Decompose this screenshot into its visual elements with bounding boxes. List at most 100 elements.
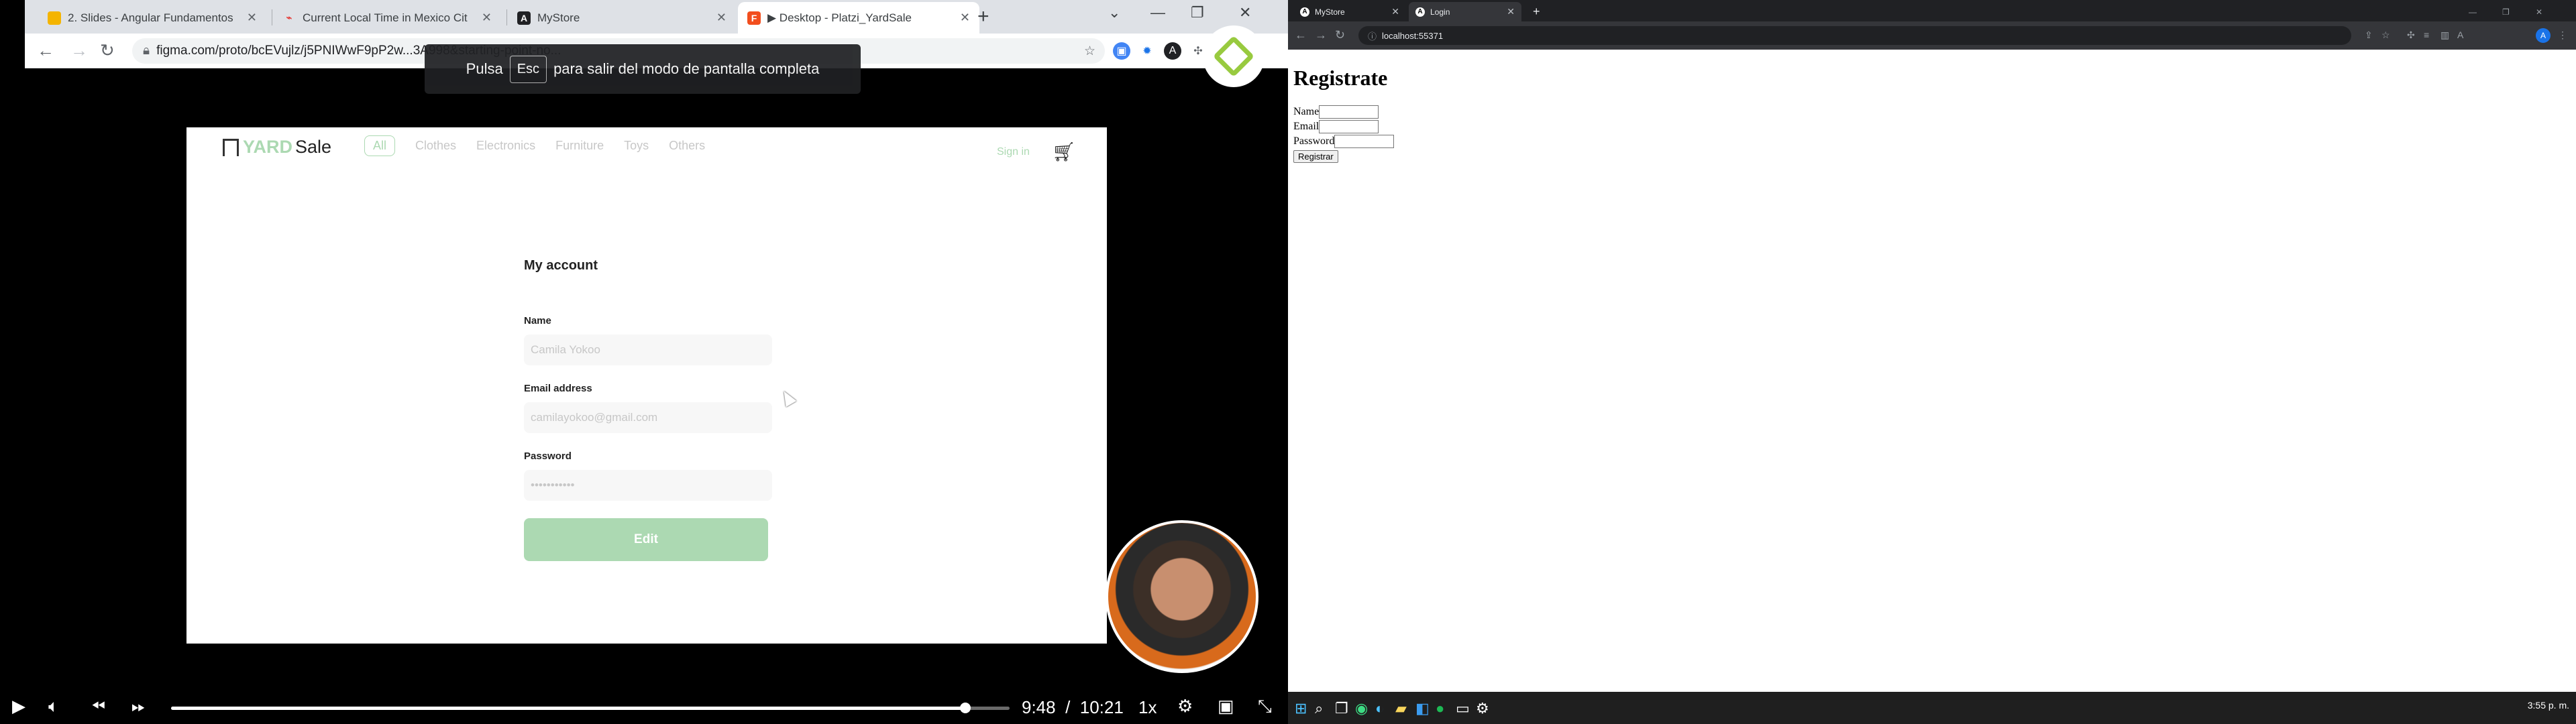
email-row: Email <box>1293 119 1394 134</box>
tab-search-icon[interactable]: ⌄ <box>1108 4 1120 21</box>
edge-icon[interactable]: ◐ <box>1375 700 1384 717</box>
forward-icon[interactable]: → <box>70 40 88 61</box>
fast-forward-icon[interactable]: ⏩︎ <box>131 696 146 717</box>
fullscreen-notice: Pulsa Esc para salir del modo de pantall… <box>425 44 861 94</box>
register-button[interactable]: Registrar <box>1293 150 1338 163</box>
new-tab-icon[interactable]: + <box>977 5 989 28</box>
new-tab-icon[interactable]: + <box>1526 2 1547 21</box>
minimize-icon[interactable]: — <box>2462 2 2483 21</box>
nav-all[interactable]: All <box>364 135 396 156</box>
angular-devtools-icon[interactable]: A <box>2457 29 2463 40</box>
zoom-extension-icon[interactable]: ▣ <box>1113 42 1130 60</box>
email-value: camilayokoo@gmail.com <box>524 402 772 433</box>
angular-devtools-icon[interactable]: A <box>1164 42 1181 60</box>
gear-extension-icon[interactable]: ✹ <box>1138 42 1156 60</box>
yardsale-prototype: YARD Sale All Clothes Electronics Furnit… <box>186 127 1107 644</box>
windows-start-icon[interactable]: ⊞ <box>1295 700 1307 717</box>
dev-browser-toolbar: ← → ↻ ⓘ localhost:55371 ⇪ ☆ ✣ ≡ ▥ A A ⋮ <box>1288 21 2576 50</box>
nav-furniture[interactable]: Furniture <box>555 139 604 153</box>
chrome-icon[interactable]: ◉ <box>1355 700 1368 717</box>
edit-button[interactable]: Edit <box>524 518 768 561</box>
task-view-icon[interactable]: ❐ <box>1335 700 1348 717</box>
password-label: Password <box>524 450 572 462</box>
folder-icon[interactable]: ▰ <box>1395 700 1407 717</box>
tab-mystore[interactable]: A MyStore ✕ <box>1293 2 1406 21</box>
name-value: Camila Yokoo <box>524 335 772 365</box>
playback-rate[interactable]: 1x <box>1138 697 1157 718</box>
windows-taskbar: ⊞ ⌕ ❐ ◉ ◐ ▰ ◧ ● ▭ ⚙︎ 3:55 p. m. <box>1288 692 2576 724</box>
clock: 3:55 p. m. <box>2527 700 2569 711</box>
tab-login-active[interactable]: A Login ✕ <box>1409 2 1521 21</box>
my-account-form: My account Name Camila Yokoo Email addre… <box>524 258 772 561</box>
tab-slides[interactable]: 2. Slides - Angular Fundamentos ✕ <box>38 2 266 34</box>
rewind-icon[interactable]: ⏪︎ <box>91 696 105 717</box>
extensions-puzzle-icon[interactable]: ✣ <box>2407 29 2415 41</box>
side-panel-icon[interactable]: ▥ <box>2440 29 2449 41</box>
close-icon[interactable]: ✕ <box>1391 6 1399 17</box>
share-icon[interactable]: ⇪ <box>2365 29 2373 41</box>
settings-gear-icon[interactable]: ⚙︎ <box>1177 696 1193 717</box>
back-icon[interactable]: ← <box>37 40 54 61</box>
password-input[interactable] <box>1334 135 1395 148</box>
clock-favicon-icon: ⌁ <box>286 12 292 23</box>
close-window-icon[interactable]: ✕ <box>1239 4 1251 21</box>
volume-icon[interactable]: 🔈︎ <box>48 696 59 717</box>
yardsale-logo[interactable]: YARD Sale <box>223 137 331 158</box>
notice-suffix: para salir del modo de pantalla completa <box>553 60 820 77</box>
url-text: localhost:55371 <box>1382 30 1444 41</box>
platzi-diamond-icon <box>1212 35 1255 78</box>
seek-bar[interactable] <box>171 703 1010 713</box>
reload-icon[interactable]: ↻ <box>100 40 115 61</box>
esc-key-label: Esc <box>509 55 547 83</box>
current-time: 9:48 <box>1022 697 1056 717</box>
page-title: Registrate <box>1293 66 1388 90</box>
signin-link[interactable]: Sign in <box>997 146 1030 158</box>
store-icon <box>223 138 239 156</box>
nav-clothes[interactable]: Clothes <box>415 139 456 153</box>
exit-fullscreen-icon[interactable]: ⤡ <box>1258 696 1272 717</box>
tab-mystore[interactable]: A MyStore ✕ <box>508 2 736 34</box>
name-input[interactable] <box>1319 105 1379 119</box>
angular-icon: A <box>517 11 531 25</box>
play-icon[interactable]: ▶ <box>12 696 25 717</box>
vscode-icon[interactable]: ◧ <box>1415 700 1430 717</box>
lock-icon: 🔒︎ <box>143 44 150 58</box>
spotify-icon[interactable]: ● <box>1436 700 1444 717</box>
cart-icon[interactable]: 🛒︎ <box>1052 141 1076 163</box>
nav-electronics[interactable]: Electronics <box>476 139 535 153</box>
settings-gear-icon[interactable]: ⚙︎ <box>1476 700 1489 717</box>
back-icon[interactable]: ← <box>1295 28 1307 42</box>
tab-divider <box>506 9 507 25</box>
bookmark-star-icon[interactable]: ☆ <box>2381 29 2390 41</box>
email-input[interactable] <box>1319 120 1379 133</box>
instructor-webcam <box>1106 520 1258 673</box>
dev-browser-tabstrip: A MyStore ✕ A Login ✕ + — ❐ ✕ <box>1288 0 2576 21</box>
close-icon[interactable]: ✕ <box>482 11 492 25</box>
bookmark-star-icon[interactable]: ☆ <box>1084 44 1095 59</box>
picture-in-picture-icon[interactable]: ▣ <box>1218 696 1234 717</box>
close-icon[interactable]: ✕ <box>247 11 257 25</box>
password-row: Password <box>1293 134 1395 149</box>
restore-icon[interactable]: ❐ <box>2496 2 2516 21</box>
email-label: Email address <box>524 383 592 394</box>
address-bar[interactable]: ⓘ localhost:55371 <box>1358 26 2351 45</box>
nav-toys[interactable]: Toys <box>624 139 649 153</box>
profile-avatar[interactable]: A <box>2536 28 2551 43</box>
forward-icon[interactable]: → <box>1315 28 1327 42</box>
close-icon[interactable]: ✕ <box>716 11 727 25</box>
menu-kebab-icon[interactable]: ⋮ <box>2558 29 2567 41</box>
terminal-icon[interactable]: ▭ <box>1456 700 1470 717</box>
tab-local-time[interactable]: ⌁ Current Local Time in Mexico Cit ✕ <box>273 2 501 34</box>
tab-figma-active[interactable]: F ▶ Desktop - Platzi_YardSale ✕ <box>738 2 979 34</box>
seek-handle[interactable] <box>959 703 971 713</box>
nav-others[interactable]: Others <box>669 139 705 153</box>
reload-icon[interactable]: ↻ <box>1335 28 1345 42</box>
restore-icon[interactable]: ❐ <box>1191 4 1204 21</box>
close-icon[interactable]: ✕ <box>960 11 970 25</box>
search-icon[interactable]: ⌕ <box>1315 700 1323 717</box>
close-window-icon[interactable]: ✕ <box>2529 2 2549 21</box>
minimize-icon[interactable]: — <box>1150 4 1165 21</box>
tab-search-icon[interactable]: ≡ <box>2424 29 2429 40</box>
close-icon[interactable]: ✕ <box>1507 6 1515 17</box>
logo-yard-text: YARD <box>243 137 293 157</box>
